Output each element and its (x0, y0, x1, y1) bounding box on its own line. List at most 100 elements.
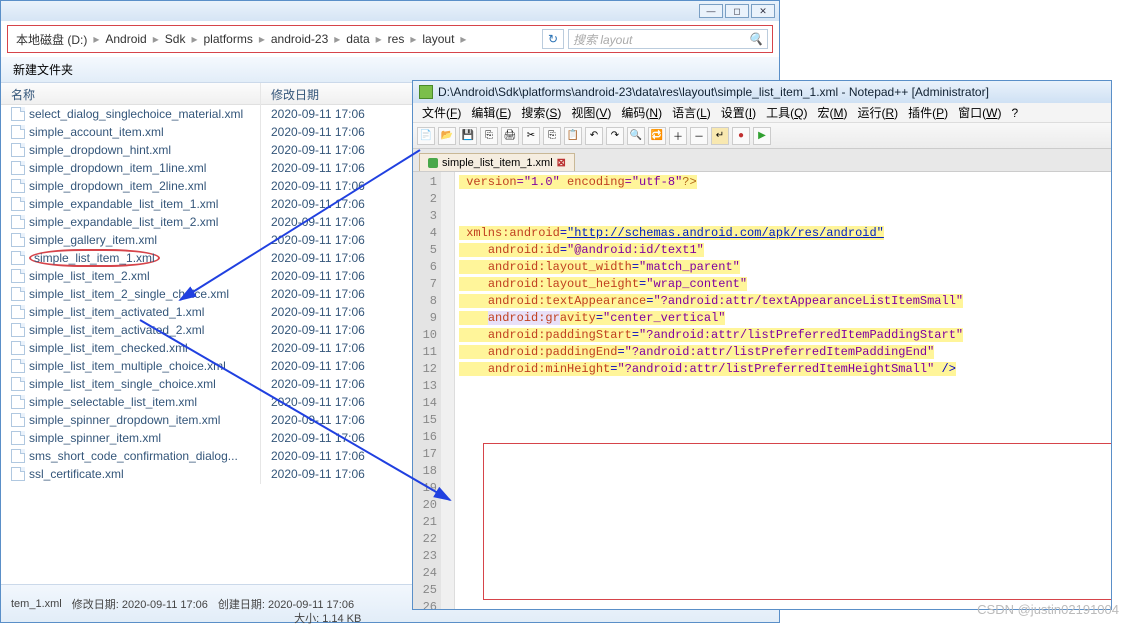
col-date-header[interactable]: 修改日期 (261, 83, 401, 104)
menu-item[interactable]: 宏(M) (812, 104, 852, 121)
print-icon[interactable]: 🖨 (501, 127, 519, 145)
refresh-icon[interactable]: ↻ (542, 29, 564, 49)
open-icon[interactable]: 📂 (438, 127, 456, 145)
breadcrumb-item[interactable]: data (342, 32, 373, 46)
zoom-in-icon[interactable]: ＋ (669, 127, 687, 145)
paste-icon[interactable]: 📋 (564, 127, 582, 145)
file-name: sms_short_code_confirmation_dialog... (29, 449, 238, 463)
undo-icon[interactable]: ↶ (585, 127, 603, 145)
record-icon[interactable]: ● (732, 127, 750, 145)
menu-item[interactable]: 编码(N) (616, 104, 667, 121)
zoom-out-icon[interactable]: － (690, 127, 708, 145)
file-icon (11, 269, 25, 283)
redo-icon[interactable]: ↷ (606, 127, 624, 145)
npp-titlebar[interactable]: D:\Android\Sdk\platforms\android-23\data… (413, 81, 1111, 103)
file-name: simple_list_item_checked.xml (29, 341, 188, 355)
new-folder-button[interactable]: 新建文件夹 (13, 61, 73, 78)
cut-icon[interactable]: ✂ (522, 127, 540, 145)
file-icon (11, 107, 25, 121)
breadcrumb[interactable]: 本地磁盘 (D:)▸Android▸Sdk▸platforms▸android-… (7, 25, 773, 53)
maximize-icon[interactable]: ◻ (725, 4, 749, 18)
code-content[interactable]: version="1.0" encoding="utf-8"?> xmlns:a… (455, 172, 1111, 609)
file-name: simple_account_item.xml (29, 125, 164, 139)
search-input[interactable]: 搜索 layout 🔍 (568, 29, 768, 49)
npp-menubar[interactable]: 文件(F)编辑(E)搜索(S)视图(V)编码(N)语言(L)设置(I)工具(Q)… (413, 103, 1111, 123)
breadcrumb-item[interactable]: Android (101, 32, 150, 46)
file-icon (11, 305, 25, 319)
file-name: select_dialog_singlechoice_material.xml (29, 107, 243, 121)
find-icon[interactable]: 🔍 (627, 127, 645, 145)
minimize-icon[interactable]: — (699, 4, 723, 18)
breadcrumb-item[interactable]: platforms (199, 32, 256, 46)
file-name: simple_list_item_2_single_choice.xml (29, 287, 229, 301)
close-icon[interactable]: ✕ (751, 4, 775, 18)
file-date: 2020-09-11 17:06 (261, 284, 401, 304)
file-date: 2020-09-11 17:06 (261, 356, 401, 376)
menu-item[interactable]: 窗口(W) (953, 104, 1006, 121)
file-name: simple_expandable_list_item_1.xml (29, 197, 218, 211)
chevron-right-icon: ▸ (151, 32, 161, 46)
breadcrumb-item[interactable]: android-23 (267, 32, 332, 46)
file-name: simple_spinner_dropdown_item.xml (29, 413, 220, 427)
file-icon (11, 377, 25, 391)
menu-item[interactable]: 语言(L) (667, 104, 716, 121)
menu-item[interactable]: 文件(F) (417, 104, 466, 121)
file-name: ssl_certificate.xml (29, 467, 124, 481)
file-date: 2020-09-11 17:06 (261, 446, 401, 466)
file-name: simple_dropdown_item_2line.xml (29, 179, 206, 193)
line-number-gutter: 1234567891011121314151617181920212223242… (413, 172, 441, 609)
file-tab[interactable]: simple_list_item_1.xml ⊠ (419, 153, 575, 171)
file-icon (11, 287, 25, 301)
breadcrumb-item[interactable]: 本地磁盘 (D:) (12, 31, 91, 48)
file-name: simple_list_item_2.xml (29, 269, 150, 283)
save-all-icon[interactable]: ⎘ (480, 127, 498, 145)
file-icon (11, 215, 25, 229)
file-icon (11, 197, 25, 211)
file-name: simple_list_item_activated_1.xml (29, 305, 204, 319)
file-name: simple_dropdown_item_1line.xml (29, 161, 206, 175)
file-icon (11, 431, 25, 445)
file-name: simple_list_item_activated_2.xml (29, 323, 204, 337)
watermark: CSDN @justin02191004 (977, 602, 1119, 617)
file-date: 2020-09-11 17:06 (261, 176, 401, 196)
tab-close-icon[interactable]: ⊠ (557, 156, 566, 169)
file-date: 2020-09-11 17:06 (261, 320, 401, 340)
new-file-icon[interactable]: 📄 (417, 127, 435, 145)
search-icon[interactable]: 🔍 (748, 32, 763, 46)
npp-toolbar: 📄 📂 💾 ⎘ 🖨 ✂ ⎘ 📋 ↶ ↷ 🔍 🔁 ＋ － ↵ ● ▶ (413, 123, 1111, 149)
menu-item[interactable]: 工具(Q) (761, 104, 812, 121)
save-icon[interactable]: 💾 (459, 127, 477, 145)
menu-item[interactable]: 插件(P) (903, 104, 953, 121)
menu-item[interactable]: ? (1006, 106, 1023, 120)
chevron-right-icon: ▸ (374, 32, 384, 46)
file-date: 2020-09-11 17:06 (261, 140, 401, 160)
replace-icon[interactable]: 🔁 (648, 127, 666, 145)
file-icon (11, 449, 25, 463)
file-icon (11, 143, 25, 157)
wrap-icon[interactable]: ↵ (711, 127, 729, 145)
menu-item[interactable]: 搜索(S) (516, 104, 566, 121)
file-date: 2020-09-11 17:06 (261, 338, 401, 358)
file-name: simple_list_item_1.xml (29, 249, 160, 267)
fold-gutter (441, 172, 455, 609)
file-icon (11, 323, 25, 337)
menu-item[interactable]: 视图(V) (566, 104, 616, 121)
chevron-right-icon: ▸ (189, 32, 199, 46)
file-date: 2020-09-11 17:06 (261, 248, 401, 268)
col-name-header[interactable]: 名称 (1, 83, 261, 104)
breadcrumb-item[interactable]: Sdk (161, 32, 190, 46)
copy-icon[interactable]: ⎘ (543, 127, 561, 145)
breadcrumb-item[interactable]: res (384, 32, 409, 46)
play-icon[interactable]: ▶ (753, 127, 771, 145)
file-icon (11, 161, 25, 175)
menu-item[interactable]: 运行(R) (852, 104, 903, 121)
file-name: simple_spinner_item.xml (29, 431, 161, 445)
explorer-titlebar[interactable]: — ◻ ✕ (1, 1, 779, 21)
breadcrumb-item[interactable]: layout (418, 32, 458, 46)
file-name: simple_list_item_multiple_choice.xml (29, 359, 226, 373)
window-title: D:\Android\Sdk\platforms\android-23\data… (438, 85, 1105, 99)
file-name: simple_list_item_single_choice.xml (29, 377, 216, 391)
menu-item[interactable]: 设置(I) (716, 104, 761, 121)
menu-item[interactable]: 编辑(E) (466, 104, 516, 121)
code-editor[interactable]: 1234567891011121314151617181920212223242… (413, 171, 1111, 609)
